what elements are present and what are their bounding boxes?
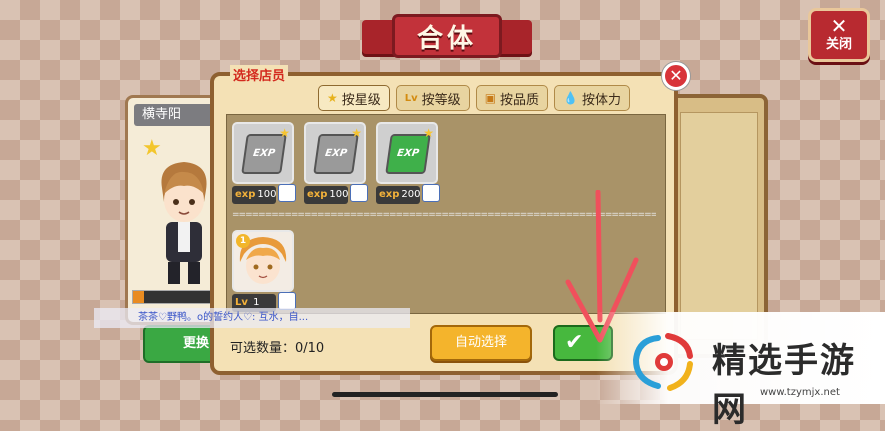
level-tag: Lv — [235, 297, 248, 308]
exp-value: 200 — [401, 189, 421, 200]
tab-label: 按品质 — [500, 92, 540, 108]
level-progress-fill — [133, 291, 144, 303]
close-icon: ✕ — [830, 14, 848, 38]
result-panel-inner — [680, 112, 758, 340]
watermark-text: 精选手游网 — [712, 341, 856, 430]
tab-label: 按等级 — [421, 92, 461, 108]
exp-tag: exp — [379, 189, 400, 200]
character-item[interactable]: 1 Lv 1 — [232, 230, 296, 318]
level-icon: Lv — [404, 92, 418, 104]
star-badge-icon: 1 — [236, 234, 250, 248]
tab-sort-level[interactable]: Lv 按等级 — [395, 85, 470, 111]
exp-value: 100 — [257, 189, 277, 200]
page-title: 合体 — [392, 14, 502, 58]
exp-book-item[interactable]: EXP ★ exp 200 — [376, 122, 440, 210]
close-label: 关闭 — [825, 37, 852, 52]
watermark-logo-icon — [632, 333, 693, 391]
exp-tag: exp — [307, 189, 328, 200]
tab-sort-star[interactable]: ★ 按星级 — [318, 85, 390, 111]
item-checkbox[interactable] — [278, 184, 296, 202]
droplet-icon: 💧 — [563, 91, 578, 105]
exp-value: 100 — [329, 189, 349, 200]
tab-label: 按星级 — [341, 92, 381, 108]
quality-icon: ▣ — [484, 91, 497, 105]
dialog-close-button[interactable]: ✕ — [662, 62, 690, 90]
exp-book-item[interactable]: EXP ★ exp 100 — [232, 122, 296, 210]
exp-tag: exp — [235, 189, 256, 200]
home-indicator[interactable] — [332, 392, 558, 397]
close-button[interactable]: ✕ 关闭 — [808, 8, 870, 62]
close-icon: ✕ — [669, 66, 683, 85]
item-exp: exp 100 — [232, 186, 276, 204]
auto-select-button[interactable]: 自动选择 — [430, 325, 532, 361]
title-ribbon: 合体 — [362, 10, 532, 60]
star-icon: ★ — [423, 126, 434, 140]
tab-label: 按体力 — [582, 92, 622, 108]
tab-sort-stamina[interactable]: 💧 按体力 — [554, 85, 631, 111]
star-icon: ★ — [327, 91, 338, 105]
sort-tabs: ★ 按星级 Lv 按等级 ▣ 按品质 💧 按体力 — [318, 85, 631, 111]
item-thumbnail: EXP ★ — [232, 122, 294, 184]
exp-book-item[interactable]: EXP ★ exp 100 — [304, 122, 368, 210]
star-icon: ★ — [351, 126, 362, 140]
exp-book-icon: EXP — [313, 134, 359, 174]
selection-count: 可选数量：0/10 — [230, 341, 325, 356]
exp-book-icon: EXP — [241, 134, 287, 174]
item-exp: exp 200 — [376, 186, 420, 204]
star-icon: ★ — [279, 126, 290, 140]
item-checkbox[interactable] — [422, 184, 440, 202]
chat-message[interactable]: 茶茶♡野鸭。o的誓约人♡: 互水，自... — [94, 308, 410, 328]
item-checkbox[interactable] — [350, 184, 368, 202]
exp-book-icon: EXP — [385, 134, 431, 174]
dialog-title: 选择店员 — [230, 65, 289, 84]
level-value: 1 — [253, 297, 260, 308]
item-thumbnail: EXP ★ — [376, 122, 438, 184]
item-exp: exp 100 — [304, 186, 348, 204]
character-thumbnail: 1 — [232, 230, 294, 292]
tab-sort-quality[interactable]: ▣ 按品质 — [475, 85, 549, 111]
item-thumbnail: EXP ★ — [304, 122, 366, 184]
watermark-url: www.tzymjx.net — [760, 387, 840, 398]
